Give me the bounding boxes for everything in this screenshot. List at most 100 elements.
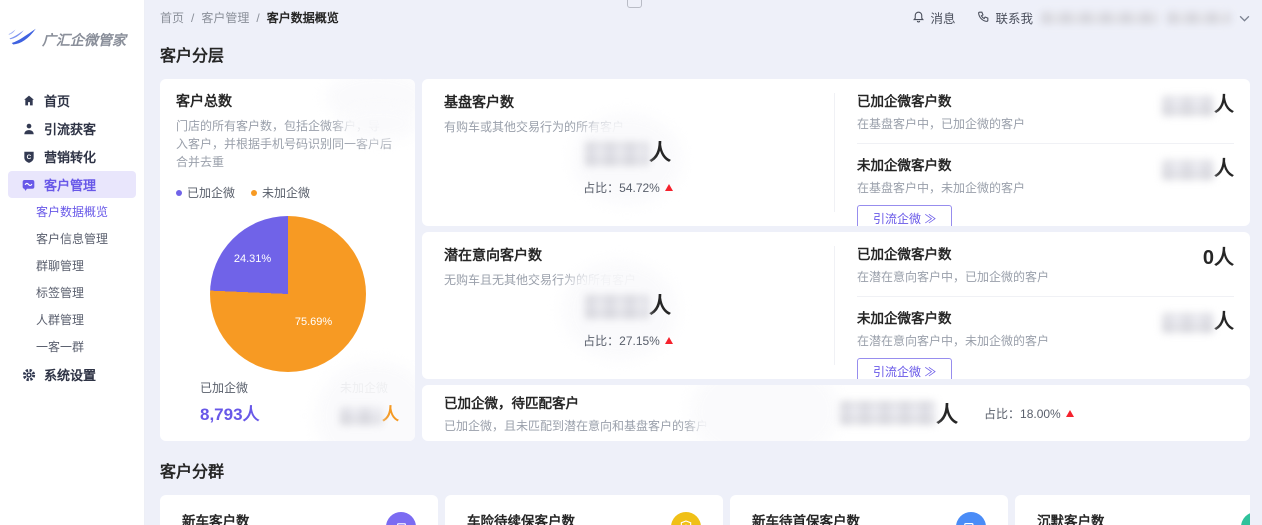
side-description: 在潜在意向客户中，已加企微的客户	[857, 268, 1234, 285]
redacted-account-name	[1167, 11, 1231, 24]
group-card-title: 新车待首保客户数	[752, 510, 956, 525]
svg-text:C: C	[26, 154, 31, 161]
brand-logo[interactable]: 广汇企微管家	[0, 0, 144, 73]
metric-ratio: 占比：54.72%	[422, 179, 834, 196]
total-customers-card: 客户总数 门店的所有客户数，包括企微客户，导 入客户，并根据手机号码识别同一客户…	[160, 79, 415, 441]
group-card-title: 沉默客户数	[1037, 510, 1165, 525]
lead-to-weixin-button[interactable]: 引流企微 ≫	[857, 358, 952, 379]
total-card-title: 客户总数	[176, 91, 399, 111]
person-icon	[1241, 512, 1250, 525]
sidebar-subitem-customer-info[interactable]: 客户信息管理	[0, 226, 144, 253]
group-grid: 新车客户数 购车时间3个月的客户 车险待续保客户数 近一个月内车险即将到期的客户	[160, 495, 1250, 525]
customer-chat-icon	[21, 177, 36, 192]
group-section-title: 客户分群	[160, 458, 1250, 482]
pending-match-value: 人	[840, 397, 958, 429]
base-metric-pane: 基盘客户数 有购车或其他交易行为的所有客户 人 占比：54.72%	[422, 79, 834, 226]
trend-up-icon	[665, 337, 673, 344]
pending-match-card: 已加企微，待匹配客户 已加企微，且未匹配到潜在意向和基盘客户的客户 人 占比：1…	[422, 385, 1250, 441]
insurance-renewal-customers-card[interactable]: 车险待续保客户数 近一个月内车险即将到期的客户	[445, 495, 723, 525]
new-car-customers-card[interactable]: 新车客户数 购车时间3个月的客户	[160, 495, 438, 525]
logo-text: 广汇企微管家	[42, 30, 126, 50]
user-icon	[21, 121, 36, 136]
topbar: 首页 / 客户管理 / 客户数据概览 消息 联系我	[160, 0, 1250, 35]
lead-to-weixin-button[interactable]: 引流企微 ≫	[857, 205, 952, 226]
phone-icon	[977, 10, 990, 26]
redacted-contact-info	[1041, 11, 1159, 24]
stat-value-not-added: 人	[340, 400, 399, 425]
sidebar-item-lead-acquisition[interactable]: 引流获客	[8, 115, 136, 142]
sidebar-item-label: 引流获客	[44, 119, 96, 138]
first-maintenance-customers-card[interactable]: 新车待首保客户数 购车时间5~7个月内，且无保养记录的客户	[730, 495, 1008, 525]
side-added-block: 已加企微客户数 在基盘客户中，已加企微的客户 人	[857, 90, 1234, 132]
breadcrumb-section[interactable]: 客户管理	[201, 9, 249, 26]
horizontal-divider	[857, 143, 1234, 144]
card-title: 已加企微，待匹配客户	[444, 392, 744, 412]
sidebar-item-label: 首页	[44, 91, 70, 110]
stat-label: 已加企微	[200, 379, 260, 396]
stat-not-added-weixin: 未加企微 人	[340, 379, 399, 425]
layer-right-column: 基盘客户数 有购车或其他交易行为的所有客户 人 占比：54.72% 已加企微客户…	[422, 79, 1250, 441]
browser-artifact-square	[627, 0, 642, 8]
app-window: 广汇企微管家 首页 引流获客 C 营销转化	[0, 0, 1262, 525]
sidebar-subitem-one-customer-one-group[interactable]: 一客一群	[0, 334, 144, 361]
contact-button[interactable]: 联系我	[977, 8, 1033, 27]
metric-value-block: 人 占比：54.72%	[422, 135, 834, 196]
sidebar-subitem-audience[interactable]: 人群管理	[0, 307, 144, 334]
pie-legend: 已加企微 未加企微	[176, 184, 399, 201]
side-value: 人	[1162, 305, 1234, 334]
car-icon	[386, 512, 416, 525]
side-value: 0人	[1203, 241, 1234, 270]
base-customers-card: 基盘客户数 有购车或其他交易行为的所有客户 人 占比：54.72% 已加企微客户…	[422, 79, 1250, 226]
base-side-pane: 已加企微客户数 在基盘客户中，已加企微的客户 人 未加企微客户数 在基盘客户中，…	[835, 79, 1250, 226]
total-card-stats: 已加企微 8,793人 未加企微 人	[200, 379, 399, 425]
breadcrumb-separator: /	[256, 11, 259, 25]
sidebar-item-label: 营销转化	[44, 147, 96, 166]
side-not-added-block: 未加企微客户数 在潜在意向客户中，未加企微的客户 人 引流企微 ≫	[857, 307, 1234, 379]
trend-up-icon	[1066, 410, 1074, 417]
chevron-down-icon[interactable]	[1239, 11, 1250, 25]
customer-pie-chart[interactable]: 24.31% 75.69%	[210, 216, 366, 372]
card-description: 已加企微，且未匹配到潜在意向和基盘客户的客户	[444, 417, 744, 434]
side-value: 人	[1162, 152, 1234, 181]
potential-side-pane: 已加企微客户数 在潜在意向客户中，已加企微的客户 0人 未加企微客户数 在潜在意…	[835, 232, 1250, 379]
silent-customers-card[interactable]: 沉默客户数 超过180天未到店的客户	[1015, 495, 1250, 525]
sidebar-subitem-customer-data-overview[interactable]: 客户数据概览	[0, 199, 144, 226]
shield-plus-icon	[671, 512, 701, 525]
pending-match-text: 已加企微，待匹配客户 已加企微，且未匹配到潜在意向和基盘客户的客户	[444, 392, 744, 434]
stat-added-weixin: 已加企微 8,793人	[200, 379, 260, 425]
pending-match-ratio: 占比：18.00%	[984, 405, 1074, 422]
metric-value-block: 人 占比：27.15%	[422, 288, 834, 349]
breadcrumb-home[interactable]: 首页	[160, 9, 184, 26]
sidebar-subitem-group-chat[interactable]: 群聊管理	[0, 253, 144, 280]
breadcrumb-current: 客户数据概览	[267, 9, 339, 26]
side-description: 在基盘客户中，未加企微的客户	[857, 179, 1234, 196]
sidebar-item-system-settings[interactable]: 系统设置	[8, 361, 136, 388]
sidebar-subitem-tags[interactable]: 标签管理	[0, 280, 144, 307]
layer-section-title: 客户分层	[160, 42, 1250, 66]
legend-added: 已加企微	[176, 184, 235, 201]
side-value: 人	[1162, 88, 1234, 117]
stat-label: 未加企微	[340, 379, 399, 396]
sidebar-item-home[interactable]: 首页	[8, 87, 136, 114]
shield-c-icon: C	[21, 149, 36, 164]
metric-value: 人	[422, 135, 834, 167]
home-icon	[21, 93, 36, 108]
metric-title: 潜在意向客户数	[444, 245, 812, 265]
sidebar-item-customer-management[interactable]: 客户管理	[8, 171, 136, 198]
side-added-block: 已加企微客户数 在潜在意向客户中，已加企微的客户 0人	[857, 243, 1234, 285]
desc-line2: 入客户，并根据手机号码识别同一客户后合并去重	[176, 137, 392, 169]
potential-customers-card: 潜在意向客户数 无购车且无其他交易行为的所有客户 人 占比：27.15% 已加企…	[422, 232, 1250, 379]
main-content: 首页 / 客户管理 / 客户数据概览 消息 联系我	[145, 0, 1262, 525]
messages-button[interactable]: 消息	[912, 8, 955, 27]
side-not-added-block: 未加企微客户数 在基盘客户中，未加企微的客户 人 引流企微 ≫	[857, 154, 1234, 226]
truck-icon	[956, 512, 986, 525]
metric-value: 人	[422, 288, 834, 320]
legend-not-added: 未加企微	[251, 184, 310, 201]
sidebar-item-label: 客户管理	[44, 175, 96, 194]
group-card-title: 车险待续保客户数	[467, 510, 635, 525]
pie-label-not-added: 75.69%	[284, 316, 344, 328]
metric-title: 基盘客户数	[444, 92, 812, 112]
desc-line1: 门店的所有客户数，包括企微客户，导	[176, 119, 380, 133]
sidebar-item-marketing[interactable]: C 营销转化	[8, 143, 136, 170]
sidebar-item-label: 系统设置	[44, 365, 96, 384]
